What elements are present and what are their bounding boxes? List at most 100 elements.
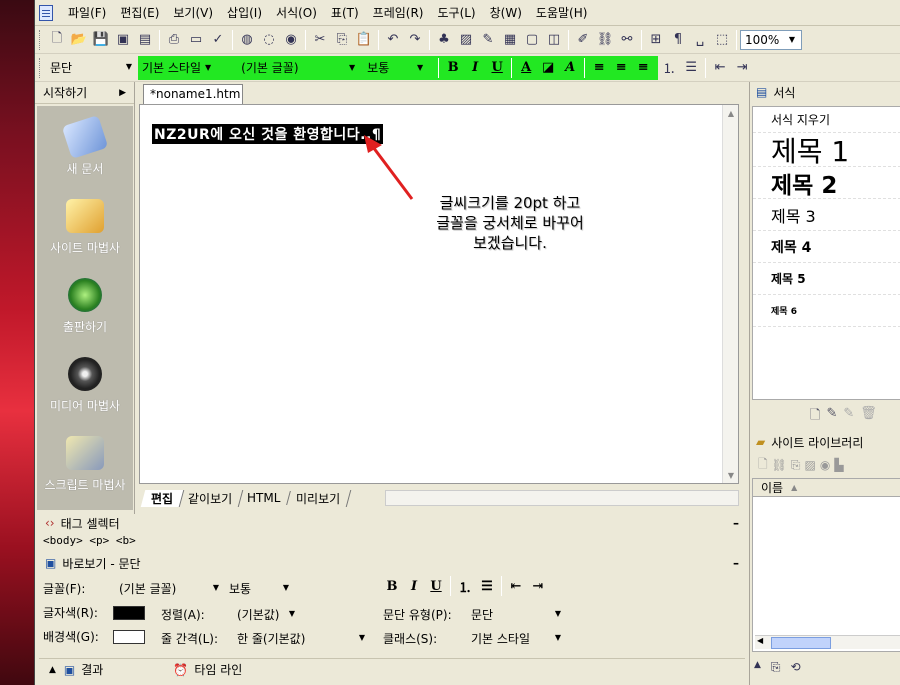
document-canvas[interactable]: NZ2UR에 오신 것을 환영합니다..¶ 글씨크기를 20pt 하고 글꼴을 …: [139, 104, 739, 484]
image-icon[interactable]: ▨: [455, 29, 477, 51]
class-select[interactable]: 기본 스타일 ▼: [467, 628, 567, 648]
image-icon[interactable]: ▨: [805, 458, 816, 472]
print-preview-icon[interactable]: ▭: [185, 29, 207, 51]
menu-file[interactable]: 파일(F): [61, 4, 113, 21]
tag-path[interactable]: <body> <p> <b>: [43, 534, 136, 547]
wizard-site[interactable]: 사이트 마법사: [37, 185, 133, 264]
start-panel-header[interactable]: 시작하기 ▶: [35, 82, 134, 104]
wizard-new-document[interactable]: 새 문서: [37, 106, 133, 185]
paragraph-type-select[interactable]: 문단 ▼: [46, 58, 138, 78]
chart-icon[interactable]: ▙: [834, 458, 843, 472]
save-all-icon[interactable]: ▣: [112, 29, 134, 51]
new-item-icon[interactable]: 🗋: [758, 455, 768, 476]
line-spacing-select[interactable]: 한 줄(기본값) ▼: [233, 628, 371, 648]
new-file-icon[interactable]: 🗋: [46, 29, 68, 51]
menu-table[interactable]: 표(T): [324, 4, 366, 21]
heading-6-item[interactable]: 제목 6: [753, 295, 900, 327]
spellcheck-icon[interactable]: ✓: [207, 29, 229, 51]
outdent-icon[interactable]: ⇤: [505, 576, 527, 596]
expand-icon[interactable]: ▲: [49, 665, 56, 675]
align-left-icon[interactable]: ≡: [588, 58, 610, 78]
menu-edit[interactable]: 편집(E): [113, 4, 166, 21]
numbered-list-icon[interactable]: ⒈: [658, 57, 680, 79]
form-icon[interactable]: ✎: [477, 29, 499, 51]
menu-insert[interactable]: 삽입(I): [220, 4, 269, 21]
heading-2-item[interactable]: 제목 2: [753, 167, 900, 199]
timeline-tab[interactable]: 타임 라인: [194, 661, 242, 678]
tab-preview[interactable]: 미리보기: [285, 489, 352, 507]
open-folder-icon[interactable]: 📂: [68, 29, 90, 51]
edit-style-icon[interactable]: ✎: [826, 406, 837, 428]
result-tab[interactable]: 결과: [81, 661, 103, 678]
prop-bold-button[interactable]: B: [381, 576, 403, 596]
zoom-select[interactable]: 100% ▼: [740, 29, 802, 50]
collapse-icon[interactable]: –: [733, 556, 739, 570]
app-menu-icon[interactable]: [39, 4, 53, 21]
grid-icon[interactable]: ⊞: [645, 29, 667, 51]
border-icon[interactable]: ⬚: [711, 29, 733, 51]
align-select[interactable]: (기본값) ▼: [233, 604, 301, 624]
unlink-icon[interactable]: ⚯: [616, 29, 638, 51]
undo-icon[interactable]: ↶: [382, 29, 404, 51]
italic-button[interactable]: I: [464, 58, 486, 78]
tab-html[interactable]: HTML: [237, 491, 292, 505]
frame-icon[interactable]: ◫: [543, 29, 565, 51]
text-color-swatch[interactable]: [113, 605, 145, 620]
properties-header[interactable]: ▣ 바로보기 - 문단 –: [39, 554, 745, 572]
align-right-icon[interactable]: ≡: [632, 58, 654, 78]
underline-button[interactable]: U: [486, 58, 508, 78]
format-paint-icon[interactable]: ✐: [572, 29, 594, 51]
cut-icon[interactable]: ✂: [309, 29, 331, 51]
tab-split[interactable]: 같이보기: [177, 489, 244, 507]
wizard-publish[interactable]: 출판하기: [37, 264, 133, 343]
size-select[interactable]: 보통 ▼: [367, 59, 423, 76]
menu-help[interactable]: 도움말(H): [529, 4, 595, 21]
scroll-left-icon[interactable]: ◀: [757, 636, 763, 645]
menu-format[interactable]: 서식(O): [269, 4, 324, 21]
scroll-down-icon[interactable]: ▼: [724, 468, 738, 482]
prop-font-select[interactable]: (기본 글꼴) ▼: [115, 578, 225, 598]
link-check-icon[interactable]: ◌: [258, 29, 280, 51]
wizard-script[interactable]: 스크립트 마법사: [37, 422, 133, 501]
prop-size-select[interactable]: 보통 ▼: [225, 578, 295, 598]
template-icon[interactable]: ▤: [134, 29, 156, 51]
redo-icon[interactable]: ↷: [404, 29, 426, 51]
numbered-list-icon[interactable]: ⒈: [454, 576, 476, 596]
bullet-list-icon[interactable]: ☰: [680, 57, 702, 79]
link-icon[interactable]: ⛓: [594, 29, 616, 51]
heading-3-item[interactable]: 제목 3: [753, 199, 900, 231]
library-column-header[interactable]: 이름 ▲: [753, 479, 900, 497]
horizontal-scrollbar[interactable]: [385, 490, 739, 506]
document-tab[interactable]: *noname1.htm: [143, 84, 243, 104]
heading-5-item[interactable]: 제목 5: [753, 263, 900, 295]
menu-tools[interactable]: 도구(L): [430, 4, 482, 21]
refresh-icon[interactable]: ⟲: [791, 660, 801, 675]
menu-frame[interactable]: 프레임(R): [366, 4, 431, 21]
font-color-button[interactable]: A: [515, 58, 537, 78]
indent-icon[interactable]: ⇥: [527, 576, 549, 596]
copy-icon[interactable]: ⎘: [331, 29, 353, 51]
scroll-up-icon[interactable]: ▲: [724, 106, 738, 120]
pages-icon[interactable]: ⎘: [771, 660, 781, 675]
toolbar-grip[interactable]: [39, 29, 42, 50]
library-list[interactable]: 이름 ▲ ◀: [752, 478, 900, 652]
outdent-icon[interactable]: ⇤: [709, 57, 731, 79]
bold-button[interactable]: B: [442, 58, 464, 78]
print-icon[interactable]: ⎙: [163, 29, 185, 51]
font-select[interactable]: (기본 글꼴) ▼: [223, 59, 355, 76]
align-center-icon[interactable]: ≡: [610, 58, 632, 78]
table-icon[interactable]: ▦: [499, 29, 521, 51]
toolbar-grip[interactable]: [39, 57, 42, 78]
wizard-media[interactable]: 미디어 마법사: [37, 343, 133, 422]
scroll-thumb[interactable]: [771, 637, 831, 649]
rename-style-icon[interactable]: ✎: [843, 406, 854, 428]
paragraph-type-prop-select[interactable]: 문단 ▼: [467, 604, 567, 624]
library-hscrollbar[interactable]: ◀: [755, 635, 900, 649]
copy-icon[interactable]: ⎘: [791, 458, 801, 473]
space-mark-icon[interactable]: ␣: [689, 29, 711, 51]
menu-view[interactable]: 보기(V): [166, 4, 220, 21]
browser-icon[interactable]: ◉: [280, 29, 302, 51]
highlight-color-icon[interactable]: ◪: [537, 58, 559, 78]
indent-icon[interactable]: ⇥: [731, 57, 753, 79]
heading-4-item[interactable]: 제목 4: [753, 231, 900, 263]
